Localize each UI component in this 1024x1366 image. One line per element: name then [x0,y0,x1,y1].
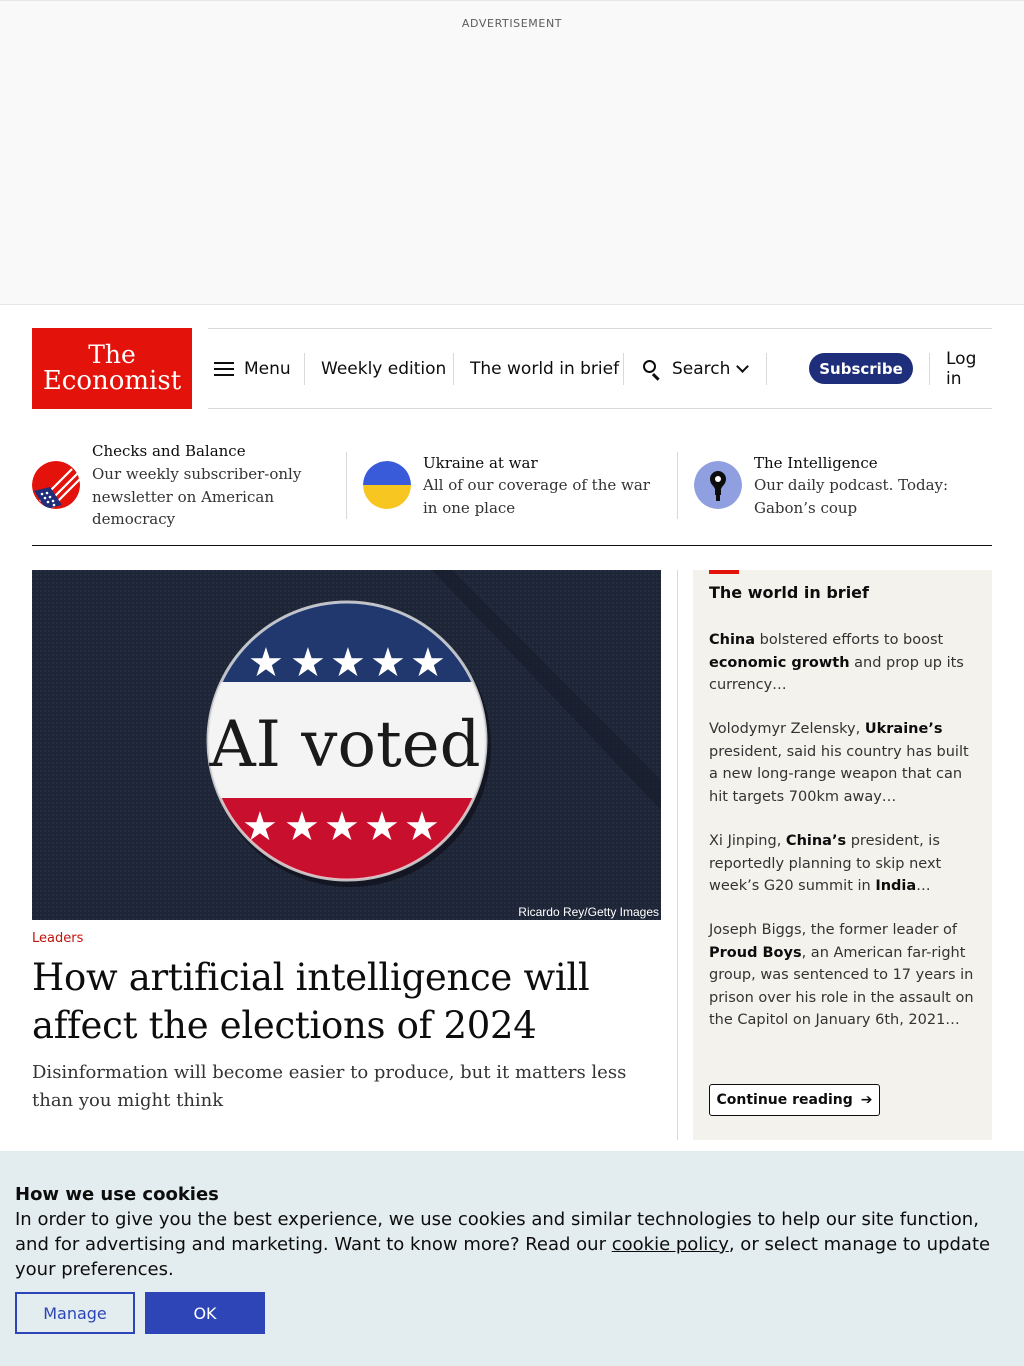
article-headline[interactable]: How artificial intelligence will affect … [32,954,652,1050]
search-button[interactable]: Search [642,329,750,408]
cookie-title: How we use cookies [15,1184,219,1205]
svg-text:★: ★ [330,640,366,686]
logo-line-2: Economist [42,366,182,396]
brief-highlight: China’s [785,833,847,849]
brief-text: Xi Jinping, [709,833,786,849]
flag-icon [32,461,80,509]
accept-cookies-button[interactable]: OK [145,1292,265,1334]
menu-button[interactable]: Menu [214,329,291,408]
cookie-text: In order to give you the best experience… [15,1207,1015,1282]
ukraine-flag-icon [363,461,411,509]
brief-highlight: Ukraine’s [864,721,943,737]
world-in-brief-link[interactable]: The world in brief [470,329,619,408]
cookie-policy-link[interactable]: cookie policy [612,1234,729,1255]
advertisement-area: ADVERTISEMENT [0,0,1024,305]
continue-reading-label: Continue reading [716,1092,853,1108]
nav-divider [623,353,624,385]
podcast-icon [694,461,742,509]
brief-text: … [916,878,931,894]
manage-cookies-button[interactable]: Manage [15,1292,135,1334]
svg-text:★: ★ [242,804,278,850]
arrow-right-icon: ➔ [860,1092,873,1108]
world-in-brief-title[interactable]: The world in brief [709,583,869,602]
economist-logo[interactable]: The Economist [32,328,192,409]
brief-highlight: China [709,632,756,648]
promo-divider [346,452,347,519]
article-rubric[interactable]: Leaders [32,931,83,946]
cookie-banner: How we use cookies In order to give you … [0,1151,1024,1366]
promo-the-intelligence[interactable]: The Intelligence Our daily podcast. Toda… [694,440,992,532]
promo-strip: Checks and Balance Our weekly subscriber… [32,440,992,546]
article-standfirst: Disinformation will become easier to pro… [32,1062,627,1111]
search-label: Search [672,358,731,379]
logo-line-1: The [88,340,136,369]
image-credit: Ricardo Rey/Getty Images [518,905,659,919]
login-link[interactable]: Log in [946,329,992,408]
accent-bar [709,570,739,574]
promo-title: Checks and Balance [92,442,246,460]
svg-text:★: ★ [324,804,360,850]
svg-text:★: ★ [404,804,440,850]
brief-text: bolstered efforts to boost [755,632,944,648]
brief-item: Xi Jinping, China’s president, is report… [709,830,979,898]
nav-divider [766,353,767,385]
brief-highlight: India [875,878,917,894]
article-hero-image[interactable]: ★ ★ ★ ★ ★ ★ ★ ★ ★ ★ AI voted Ricardo Rey/Getty I… [32,570,661,920]
svg-text:★: ★ [410,640,446,686]
hamburger-icon [214,361,234,377]
promo-title: Ukraine at war [423,454,538,472]
weekly-edition-link[interactable]: Weekly edition [321,329,446,408]
search-icon [642,359,662,381]
brief-highlight: Proud Boys [709,944,802,961]
column-divider [677,570,678,1140]
svg-text:★: ★ [284,804,320,850]
brief-text: Volodymyr Zelensky, [709,721,865,737]
nav-divider [453,353,454,385]
promo-checks-and-balance[interactable]: Checks and Balance Our weekly subscriber… [32,440,342,532]
subscribe-button[interactable]: Subscribe [809,353,913,384]
promo-description: Our weekly subscriber-only newsletter on… [92,465,302,528]
brief-item: Volodymyr Zelensky, Ukraine’s president,… [709,718,979,808]
menu-label: Menu [244,358,291,379]
badge-text: AI voted [208,708,480,782]
promo-description: All of our coverage of the war in one pl… [423,476,650,517]
promo-divider [677,452,678,519]
chevron-down-icon [736,359,750,373]
brief-text: Joseph Biggs, the former leader of [709,922,957,938]
svg-text:★: ★ [364,804,400,850]
svg-text:★: ★ [248,640,284,686]
brief-item: Joseph Biggs, the former leader of Proud… [709,919,979,1032]
svg-text:★: ★ [370,640,406,686]
brief-item: China bolstered efforts to boost economi… [709,629,979,697]
promo-title: The Intelligence [754,454,878,472]
brief-text: president, said his country has built a … [709,743,969,805]
svg-text:★: ★ [290,640,326,686]
nav-divider [304,353,305,385]
advertisement-label: ADVERTISEMENT [461,17,563,30]
promo-ukraine-at-war[interactable]: Ukraine at war All of our coverage of th… [363,440,673,532]
continue-reading-button[interactable]: Continue reading ➔ [709,1084,880,1116]
brief-highlight: economic growth [709,654,850,671]
nav-divider [929,353,930,385]
promo-description: Our daily podcast. Today: Gabon’s coup [754,476,949,517]
